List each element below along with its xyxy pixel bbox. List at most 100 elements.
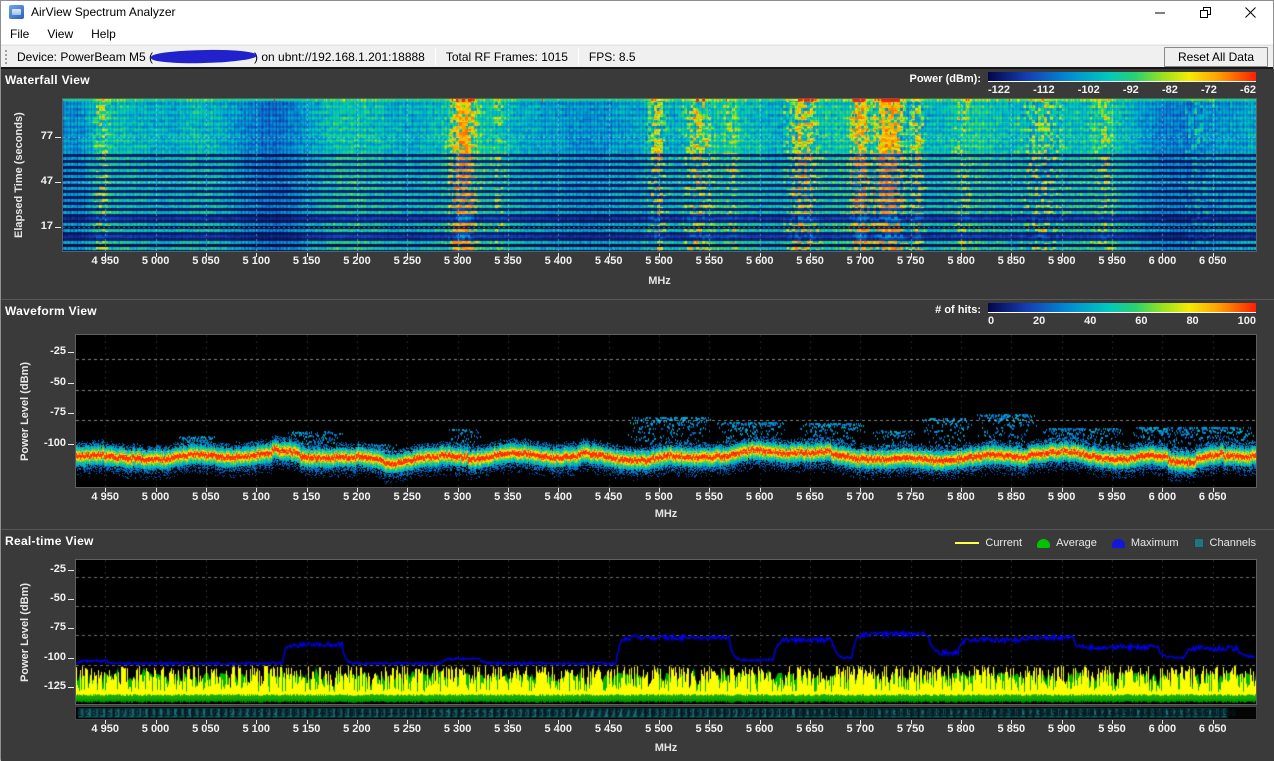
legend-item-average: Average	[1037, 537, 1097, 549]
x-tick-label: 5 900	[1039, 723, 1085, 735]
x-tick-label: 5 450	[586, 255, 632, 267]
device-status: Device: PowerBeam M5 ( ) on ubnt://192.16…	[14, 50, 428, 64]
colorbar-tick-label: -62	[1240, 84, 1256, 96]
y-tick-label: -50	[28, 376, 66, 388]
toolbar-separator	[435, 48, 436, 65]
x-tick-label: 5 800	[938, 255, 984, 267]
x-tick-label: 5 100	[233, 723, 279, 735]
x-tick-label: 5 500	[636, 255, 682, 267]
x-tick-label: 5 700	[837, 723, 883, 735]
x-tick-label: 5 350	[485, 723, 531, 735]
x-tick-label: 5 950	[1089, 723, 1135, 735]
x-tick-label: 6 050	[1190, 491, 1236, 503]
y-tick-mark	[68, 383, 74, 384]
x-tick-label: 5 850	[988, 723, 1034, 735]
y-tick-label: -75	[28, 621, 66, 633]
x-tick-label: 6 050	[1190, 723, 1236, 735]
y-tick-label: -125	[28, 680, 66, 692]
hits-colorbar-label: # of hits:	[935, 304, 981, 316]
x-tick-label: 5 750	[888, 491, 934, 503]
y-tick-mark	[68, 599, 74, 600]
window-title: AirView Spectrum Analyzer	[31, 5, 176, 19]
x-tick-label: 4 950	[82, 491, 128, 503]
app-icon	[9, 5, 24, 19]
x-tick-label: 5 500	[636, 491, 682, 503]
reset-all-data-button[interactable]: Reset All Data	[1164, 47, 1268, 67]
device-status-prefix: Device: PowerBeam M5 (	[17, 50, 153, 64]
minimize-button[interactable]	[1138, 1, 1183, 23]
y-tick-label: 47	[15, 175, 53, 187]
waveform-plot	[76, 335, 1256, 487]
power-colorbar-label: Power (dBm):	[910, 73, 982, 85]
legend-label: Channels	[1210, 537, 1256, 549]
device-status-suffix: ) on ubnt://192.168.1.201:18888	[254, 50, 425, 64]
colorbar-tick-label: -122	[988, 84, 1010, 96]
colorbar-tick-label: -72	[1201, 84, 1217, 96]
legend-item-maximum: Maximum	[1112, 537, 1179, 549]
waterfall-plotbox	[62, 98, 1257, 252]
x-tick-label: 5 300	[435, 491, 481, 503]
x-tick-label: 5 800	[938, 491, 984, 503]
legend-swatch-dome-icon	[1037, 539, 1050, 548]
toolbar-separator	[578, 48, 579, 65]
x-tick-label: 5 100	[233, 491, 279, 503]
x-tick-label: 5 200	[334, 491, 380, 503]
legend-label: Maximum	[1131, 537, 1179, 549]
x-tick-label: 5 600	[737, 491, 783, 503]
x-tick-label: 5 950	[1089, 491, 1135, 503]
status-toolbar: Device: PowerBeam M5 ( ) on ubnt://192.16…	[1, 45, 1273, 69]
colorbar-tick-label: 60	[1135, 315, 1147, 327]
x-tick-label: 5 150	[284, 723, 330, 735]
menu-file[interactable]: File	[1, 24, 38, 44]
x-tick-label: 5 250	[384, 255, 430, 267]
colorbar-tick-label: 80	[1186, 315, 1198, 327]
channel-strip-box	[75, 706, 1257, 720]
x-tick-label: 5 400	[535, 723, 581, 735]
x-tick-label: 5 050	[183, 491, 229, 503]
x-tick-label: 5 550	[686, 255, 732, 267]
restore-button[interactable]	[1183, 1, 1228, 23]
close-icon	[1245, 7, 1256, 18]
waveform-x-axis-label: MHz	[76, 508, 1256, 520]
x-tick-label: 5 150	[284, 491, 330, 503]
colorbar-tick-label: -102	[1078, 84, 1100, 96]
minimize-icon	[1155, 7, 1166, 18]
x-tick-label: 5 250	[384, 491, 430, 503]
menu-help[interactable]: Help	[82, 24, 125, 44]
title-bar: AirView Spectrum Analyzer	[1, 1, 1273, 23]
x-tick-label: 5 550	[686, 491, 732, 503]
realtime-x-axis-label: MHz	[76, 742, 1256, 754]
x-tick-label: 5 250	[384, 723, 430, 735]
x-tick-label: 5 200	[334, 255, 380, 267]
x-tick-label: 5 650	[787, 723, 833, 735]
waveform-panel-title: Waveform View	[5, 304, 97, 318]
x-tick-label: 5 800	[938, 723, 984, 735]
x-tick-label: 5 700	[837, 491, 883, 503]
x-tick-label: 5 850	[988, 255, 1034, 267]
restore-icon	[1200, 7, 1211, 18]
waterfall-panel: Waterfall View Power (dBm): -122-112-102…	[1, 69, 1274, 299]
power-colorbar-gradient	[988, 72, 1256, 82]
x-tick-label: 5 400	[535, 255, 581, 267]
realtime-panel-title: Real-time View	[5, 534, 94, 548]
x-tick-label: 5 850	[988, 491, 1034, 503]
y-tick-mark	[68, 658, 74, 659]
y-tick-label: -100	[28, 651, 66, 663]
close-button[interactable]	[1228, 1, 1273, 23]
main-content: Waterfall View Power (dBm): -122-112-102…	[1, 69, 1274, 761]
legend-label: Average	[1056, 537, 1097, 549]
x-tick-label: 5 300	[435, 255, 481, 267]
waveform-panel: Waveform View # of hits: 020406080100 Po…	[1, 299, 1274, 529]
x-tick-label: 5 350	[485, 491, 531, 503]
x-tick-label: 6 000	[1139, 723, 1185, 735]
x-tick-label: 5 650	[787, 255, 833, 267]
toolbar-gripper-icon	[4, 49, 9, 65]
menu-view[interactable]: View	[38, 24, 82, 44]
y-tick-label: -25	[28, 345, 66, 357]
y-tick-mark	[68, 413, 74, 414]
x-tick-label: 5 400	[535, 491, 581, 503]
legend-swatch-line-icon	[955, 542, 979, 544]
hits-colorbar-gradient	[988, 303, 1256, 313]
colorbar-tick-label: 40	[1084, 315, 1096, 327]
legend-label: Current	[985, 537, 1022, 549]
